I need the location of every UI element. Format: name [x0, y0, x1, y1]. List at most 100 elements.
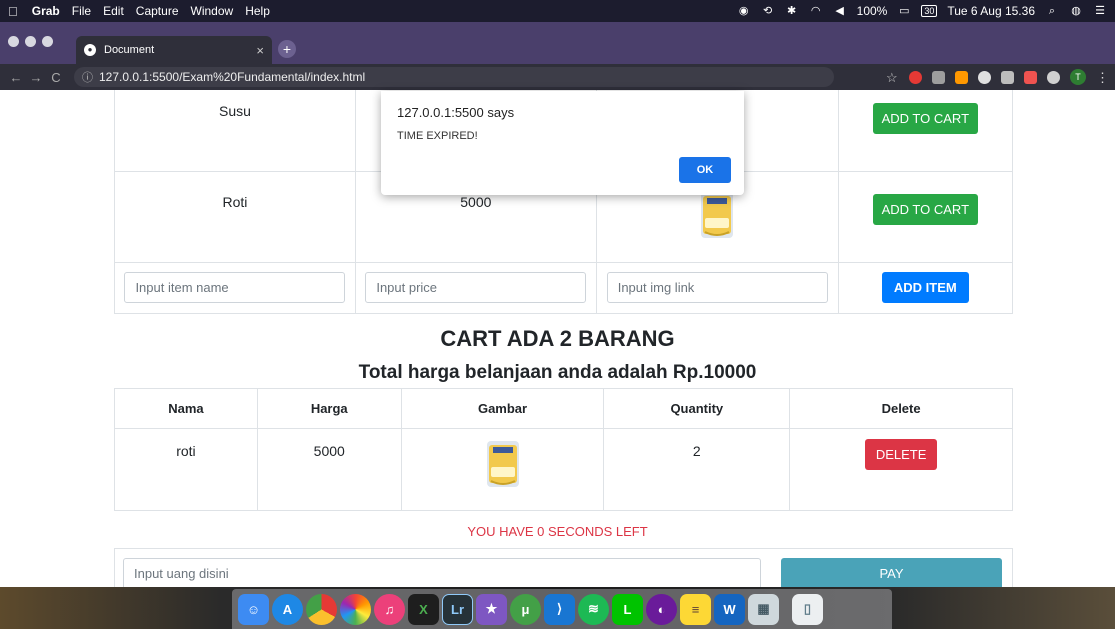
delete-button[interactable]: DELETE: [864, 439, 938, 470]
calendar-icon[interactable]: 30: [921, 5, 938, 17]
bookmark-star-icon[interactable]: ☆: [886, 71, 899, 84]
payment-row: Input uang disini PAY: [114, 548, 1013, 587]
item-name: Susu: [114, 90, 356, 172]
browser-toolbar: ← → C ⓘ 127.0.0.1:5500/Exam%20Fundamenta…: [0, 64, 1115, 90]
add-item-form: Input item name Input price Input img li…: [114, 262, 1014, 314]
column-header: Delete: [789, 388, 1013, 429]
spotlight-icon[interactable]: ⌕: [1045, 5, 1059, 17]
extension-icon[interactable]: [1047, 70, 1060, 84]
cart-item-image: [400, 428, 605, 511]
menu-edit[interactable]: Edit: [103, 4, 124, 18]
extension-icon[interactable]: [909, 70, 922, 84]
browser-tabbar: ● Document × +: [0, 22, 1115, 64]
url-text: 127.0.0.1:5500/Exam%20Fundamental/index.…: [99, 70, 366, 84]
macos-menubar:  Grab File Edit Capture Window Help ◉ ⟲…: [0, 0, 1115, 22]
github-icon[interactable]: ◐: [646, 593, 677, 625]
menu-window[interactable]: Window: [191, 4, 234, 18]
menu-help[interactable]: Help: [245, 4, 270, 18]
menubar-datetime[interactable]: Tue 6 Aug 15.36: [947, 4, 1035, 18]
alert-message: TIME EXPIRED!: [397, 130, 478, 142]
close-window-button[interactable]: [8, 36, 19, 47]
battery-percent[interactable]: 100%: [857, 4, 888, 18]
bluetooth-icon[interactable]: ✱: [785, 5, 799, 17]
extension-icon[interactable]: [932, 70, 945, 84]
pay-button[interactable]: PAY: [781, 558, 1002, 587]
notification-center-icon[interactable]: ☰: [1093, 5, 1107, 17]
tab-close-icon[interactable]: ×: [256, 43, 264, 58]
menu-dots-icon[interactable]: ⋮: [1096, 71, 1109, 84]
column-header: Harga: [256, 388, 402, 429]
lightroom-icon[interactable]: Lr: [442, 593, 473, 625]
new-tab-button[interactable]: +: [278, 40, 296, 58]
item-name: Roti: [114, 171, 356, 263]
chrome-icon[interactable]: [306, 593, 337, 625]
vscode-icon[interactable]: ⟩: [544, 593, 575, 625]
forward-icon[interactable]: →: [26, 70, 46, 85]
table-row: roti 5000 2 DELETE: [114, 428, 1013, 511]
siri-icon[interactable]: ◍: [1069, 5, 1083, 17]
wifi-icon[interactable]: ◠: [809, 5, 823, 17]
app-store-icon[interactable]: A: [272, 593, 303, 625]
apple-icon[interactable]: : [8, 4, 18, 19]
alert-origin: 127.0.0.1:5500 says: [397, 105, 515, 120]
column-header: Quantity: [603, 388, 791, 429]
minimize-window-button[interactable]: [25, 36, 36, 47]
preview-icon[interactable]: ▦: [748, 593, 779, 625]
battery-icon[interactable]: ▭: [897, 5, 911, 17]
extension-icon[interactable]: [955, 70, 968, 84]
column-header: Gambar: [400, 388, 605, 429]
cart-total: Total harga belanjaan anda adalah Rp.100…: [358, 362, 757, 383]
maximize-window-button[interactable]: [42, 36, 53, 47]
tab-title: Document: [104, 44, 155, 56]
word-icon[interactable]: W: [714, 593, 745, 625]
address-bar[interactable]: ⓘ 127.0.0.1:5500/Exam%20Fundamental/inde…: [74, 67, 834, 87]
item-name-input[interactable]: Input item name: [124, 272, 346, 303]
excel-icon[interactable]: X: [408, 593, 439, 625]
add-to-cart-button[interactable]: ADD TO CART: [872, 194, 979, 225]
alert-dialog: 127.0.0.1:5500 says TIME EXPIRED! OK: [381, 91, 744, 195]
dock-shelf: ☺ A ♫ X Lr ★ μ ⟩ ≋ L ◐ ≡ W ▦ ▯: [232, 589, 892, 629]
photos-icon[interactable]: [340, 593, 371, 625]
menu-file[interactable]: File: [72, 4, 91, 18]
money-input[interactable]: Input uang disini: [123, 558, 761, 587]
cart-item-quantity: 2: [603, 428, 791, 511]
countdown-timer: YOU HAVE 0 SECONDS LEFT: [467, 524, 648, 539]
add-item-button[interactable]: ADD ITEM: [881, 272, 969, 303]
screen-icon[interactable]: ◉: [737, 5, 751, 17]
utorrent-icon[interactable]: μ: [510, 593, 541, 625]
profile-avatar[interactable]: T: [1070, 69, 1086, 85]
extension-icon[interactable]: [978, 70, 991, 84]
extension-icon[interactable]: [1024, 70, 1037, 84]
bread-image: [486, 441, 519, 487]
add-to-cart-button[interactable]: ADD TO CART: [872, 103, 979, 134]
finder-icon[interactable]: ☺: [238, 593, 269, 625]
window-controls: [8, 36, 53, 47]
notes-icon[interactable]: ≡: [680, 593, 711, 625]
table-header-row: Nama Harga Gambar Quantity Delete: [114, 388, 1013, 429]
back-icon[interactable]: ←: [6, 70, 26, 85]
menu-capture[interactable]: Capture: [136, 4, 179, 18]
extension-icon[interactable]: [1001, 70, 1014, 84]
item-price-input[interactable]: Input price: [365, 272, 587, 303]
imovie-icon[interactable]: ★: [476, 593, 507, 625]
cart-table: Nama Harga Gambar Quantity Delete roti 5…: [114, 388, 1013, 511]
bread-image: [701, 192, 734, 238]
column-header: Nama: [114, 388, 258, 429]
trash-icon[interactable]: ▯: [792, 593, 823, 625]
alert-ok-button[interactable]: OK: [679, 157, 731, 183]
info-icon[interactable]: ⓘ: [82, 69, 93, 85]
browser-tab[interactable]: ● Document ×: [76, 36, 272, 64]
reload-icon[interactable]: C: [46, 70, 66, 85]
menu-app-name[interactable]: Grab: [32, 4, 60, 18]
itunes-icon[interactable]: ♫: [374, 593, 405, 625]
cart-title: CART ADA 2 BARANG: [440, 326, 675, 351]
volume-icon[interactable]: ◀: [833, 5, 847, 17]
spotify-icon[interactable]: ≋: [578, 593, 609, 625]
line-icon[interactable]: L: [612, 593, 643, 625]
globe-icon: ●: [84, 44, 96, 56]
time-machine-icon[interactable]: ⟲: [761, 5, 775, 17]
cart-item-price: 5000: [256, 428, 402, 511]
extensions-area: ☆ T ⋮: [886, 69, 1109, 85]
macos-dock: ☺ A ♫ X Lr ★ μ ⟩ ≋ L ◐ ≡ W ▦ ▯: [0, 587, 1115, 629]
item-img-input[interactable]: Input img link: [606, 272, 828, 303]
